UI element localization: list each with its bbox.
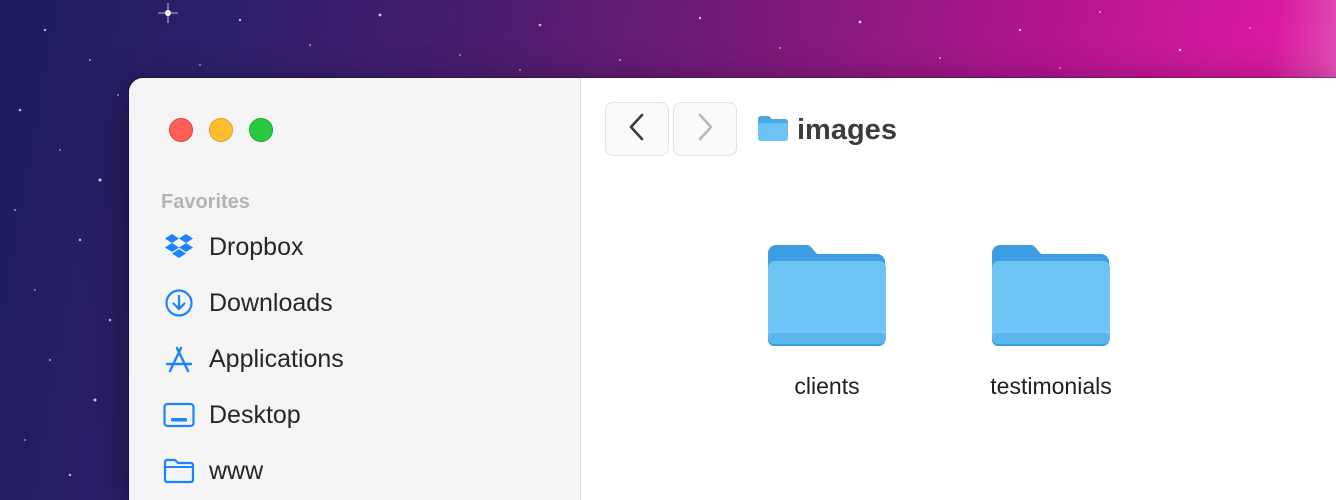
content-area: images clients testimonials <box>581 78 1336 500</box>
folder-outline-icon <box>163 455 195 487</box>
sidebar-item-downloads[interactable]: Downloads <box>163 283 333 323</box>
chevron-right-icon <box>695 112 715 147</box>
chevron-left-icon <box>627 112 647 147</box>
sidebar-item-desktop[interactable]: Desktop <box>163 395 301 435</box>
sidebar-item-label: Downloads <box>209 288 333 317</box>
folder-name: clients <box>794 373 860 399</box>
desktop-icon <box>163 399 195 431</box>
sidebar-item-applications[interactable]: Applications <box>163 339 344 379</box>
folder-name: testimonials <box>990 373 1112 399</box>
finder-window: Favorites Dropbox Downloads Applications… <box>129 78 1336 500</box>
current-folder-path: images <box>757 110 897 150</box>
close-button[interactable] <box>169 118 193 142</box>
sidebar-item-label: Applications <box>209 344 344 373</box>
folder-icon <box>757 114 789 147</box>
download-circle-icon <box>163 287 195 319</box>
sidebar-item-label: www <box>209 456 264 485</box>
current-folder-title: images <box>797 113 897 146</box>
forward-button[interactable] <box>673 102 737 156</box>
sidebar-item-label: Desktop <box>209 400 301 429</box>
dropbox-icon <box>163 231 195 263</box>
folder-item-clients[interactable]: clients <box>732 241 922 400</box>
applications-icon <box>163 343 195 375</box>
sidebar: Favorites Dropbox Downloads Applications… <box>129 78 581 500</box>
sidebar-item-dropbox[interactable]: Dropbox <box>163 227 304 267</box>
back-button[interactable] <box>605 102 669 156</box>
sidebar-item-www[interactable]: www <box>163 451 263 491</box>
folder-item-testimonials[interactable]: testimonials <box>956 241 1146 400</box>
sidebar-item-label: Dropbox <box>209 232 304 261</box>
maximize-button[interactable] <box>249 118 273 142</box>
folder-icon <box>989 241 1113 347</box>
minimize-button[interactable] <box>209 118 233 142</box>
sidebar-section-title: Favorites <box>161 191 250 213</box>
folder-icon <box>765 241 889 347</box>
